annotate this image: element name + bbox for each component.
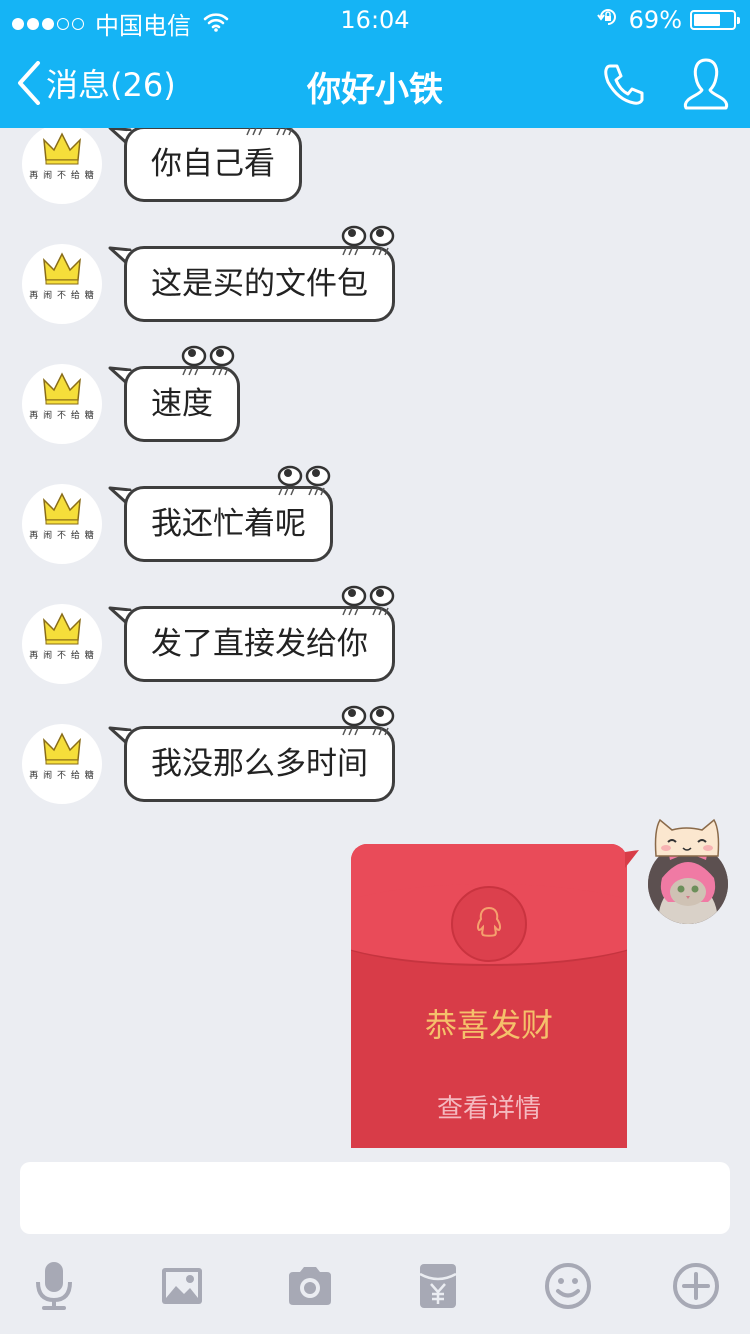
crown-icon: [43, 252, 81, 285]
message-bubble[interactable]: 你自己看: [124, 128, 302, 202]
eyes-sticker-icon: [181, 345, 235, 376]
crown-icon: [43, 132, 81, 165]
message-row: 再 闹 不 给 糖 这是买的文件包: [0, 225, 750, 344]
contact-avatar[interactable]: 再 闹 不 给 糖: [22, 364, 102, 444]
crown-icon: [43, 492, 81, 525]
message-row: 再 闹 不 给 糖 我还忙着呢: [0, 465, 750, 584]
contact-avatar[interactable]: 再 闹 不 给 糖: [22, 244, 102, 324]
red-packet-tail: [625, 850, 639, 868]
battery-percent: 69%: [628, 6, 682, 34]
message-text: 你自己看: [151, 146, 275, 182]
camera-button[interactable]: [282, 1258, 338, 1314]
contact-avatar[interactable]: 再 闹 不 给 糖: [22, 604, 102, 684]
message-text: 这是买的文件包: [151, 266, 368, 302]
phone-icon[interactable]: [600, 60, 648, 112]
camera-icon: [289, 1267, 331, 1305]
input-area: [0, 1148, 750, 1334]
avatar-signature: 再 闹 不 给 糖: [29, 291, 95, 301]
cat-pendant-icon: [654, 818, 720, 857]
message-row: 再 闹 不 给 糖 速度: [0, 345, 750, 464]
eyes-sticker-icon: [246, 128, 293, 136]
red-packet-icon: [419, 1264, 457, 1308]
message-text: 速度: [151, 386, 213, 422]
crown-icon: [43, 732, 81, 765]
voice-button[interactable]: [26, 1258, 82, 1314]
red-packet-details-link[interactable]: 查看详情: [351, 1088, 627, 1125]
contact-avatar[interactable]: 再 闹 不 给 糖: [22, 128, 102, 204]
contact-avatar[interactable]: 再 闹 不 给 糖: [22, 484, 102, 564]
battery-fill: [694, 14, 720, 26]
rotation-lock-icon: [596, 6, 619, 34]
crown-icon: [43, 372, 81, 405]
message-input[interactable]: [20, 1162, 730, 1234]
status-right: 69%: [596, 6, 740, 34]
message-text: 我还忙着呢: [151, 506, 306, 542]
message-row: 再 闹 不 给 糖 你自己看: [0, 128, 750, 224]
eyes-sticker-icon: [341, 225, 395, 256]
image-icon: [162, 1268, 202, 1304]
eyes-sticker-icon: [341, 585, 395, 616]
input-toolbar: [0, 1258, 750, 1314]
battery-icon: [690, 10, 740, 30]
avatar-signature: 再 闹 不 给 糖: [29, 411, 95, 421]
top-bar: 中国电信 16:04 69% 消息(26) 你好小铁: [0, 0, 750, 128]
photo-button[interactable]: [154, 1258, 210, 1314]
avatar-signature: 再 闹 不 给 糖: [29, 171, 95, 181]
contact-avatar[interactable]: 再 闹 不 给 糖: [22, 724, 102, 804]
eyes-sticker-icon: [277, 465, 331, 496]
red-packet-card[interactable]: 恭喜发财 查看详情: [351, 844, 627, 1148]
crown-icon: [43, 612, 81, 645]
red-packet-button[interactable]: [410, 1258, 466, 1314]
avatar-signature: 再 闹 不 给 糖: [29, 771, 95, 781]
more-button[interactable]: [668, 1258, 724, 1314]
nav-bar: 消息(26) 你好小铁: [0, 40, 750, 128]
red-packet-title: 恭喜发财: [424, 1006, 553, 1044]
avatar-signature: 再 闹 不 给 糖: [29, 531, 95, 541]
microphone-icon: [36, 1262, 72, 1310]
profile-icon[interactable]: [682, 56, 730, 116]
chat-area[interactable]: 再 闹 不 给 糖 你自己看 再 闹 不 给 糖 这是买的文件包 再 闹 不 给…: [0, 128, 750, 1148]
message-row: 再 闹 不 给 糖 发了直接发给你: [0, 585, 750, 704]
emoji-button[interactable]: [540, 1258, 596, 1314]
plus-icon: [673, 1263, 719, 1309]
message-text: 我没那么多时间: [151, 746, 368, 782]
chat-screen: 中国电信 16:04 69% 消息(26) 你好小铁 再 闹 不 给 糖 你自己…: [0, 0, 750, 1334]
avatar-signature: 再 闹 不 给 糖: [29, 651, 95, 661]
eyes-sticker-icon: [341, 705, 395, 736]
emoji-icon: [545, 1263, 591, 1309]
penguin-icon: [476, 906, 502, 937]
status-bar: 中国电信 16:04 69%: [0, 0, 750, 40]
message-text: 发了直接发给你: [151, 626, 368, 662]
message-row: 再 闹 不 给 糖 我没那么多时间: [0, 705, 750, 824]
